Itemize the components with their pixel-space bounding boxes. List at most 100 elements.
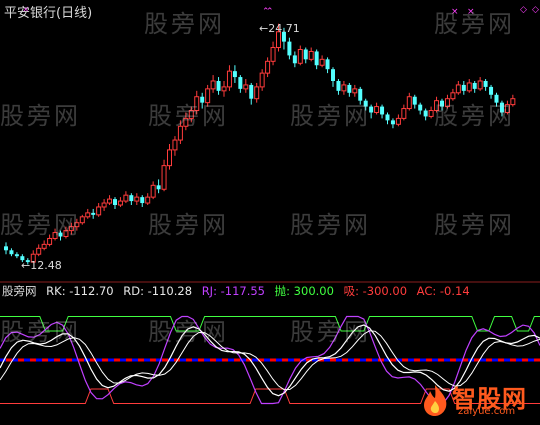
candle-body: [47, 237, 53, 245]
rk-value: RK: -112.70: [46, 284, 114, 298]
signal-marker: ×: [467, 7, 475, 17]
candle-body: [145, 196, 151, 204]
candle-body: [418, 104, 423, 111]
indicator-header: 股旁网 RK: -112.70 RD: -110.28 RJ: -117.55 …: [2, 283, 476, 299]
candle-body: [200, 96, 205, 103]
indicator-name: 股旁网: [2, 284, 37, 298]
candle-body: [369, 106, 374, 113]
candle-body: [188, 110, 194, 119]
rd-value: RD: -110.28: [123, 284, 193, 298]
chart-title: 平安银行(日线): [4, 6, 93, 21]
candle-body: [41, 243, 47, 249]
candle-body: [434, 100, 440, 112]
candle-body: [331, 69, 335, 81]
candle-body: [216, 80, 221, 91]
chart-canvas: × ⌃⌃ × × ◇ ◇: [0, 5, 540, 405]
candle-body: [107, 198, 113, 204]
candle-body: [510, 98, 516, 106]
candle-body: [303, 49, 308, 60]
ac-value: AC: -0.14: [416, 284, 470, 298]
candle-body: [325, 59, 330, 70]
candle-body: [363, 100, 368, 107]
signal-marker: ◇: [532, 5, 539, 15]
candle-body: [96, 206, 102, 216]
candle-body: [423, 110, 428, 117]
candle-body: [238, 77, 243, 89]
candle-body: [177, 125, 183, 141]
site-logo: 智股网 zaiyue.com: [418, 379, 534, 421]
candle-body: [113, 199, 117, 206]
signal-markers: × ⌃⌃ × × ◇ ◇: [22, 5, 539, 17]
candle-body: [428, 110, 434, 117]
high-price-label: ←24.71: [259, 22, 300, 35]
candle-body: [9, 250, 14, 255]
candle-body: [123, 194, 129, 202]
low-price-label: ←12.48: [21, 259, 62, 272]
candle-body: [314, 51, 319, 66]
candle-body: [161, 165, 167, 190]
candle-body: [401, 108, 407, 119]
candle-body: [450, 92, 456, 100]
candle-body: [259, 72, 265, 88]
candle-body: [308, 50, 314, 60]
candle-body: [292, 55, 297, 64]
candle-body: [134, 196, 140, 202]
candle-body: [461, 84, 466, 91]
candle-body: [58, 232, 63, 237]
candle-body: [380, 106, 385, 115]
candle-body: [390, 120, 395, 125]
candle-body: [352, 88, 358, 94]
candle-body: [221, 86, 227, 92]
candle-body: [140, 197, 145, 204]
candle-body: [265, 60, 271, 74]
xi-value: 吸: -300.00: [343, 284, 408, 298]
candle-body: [270, 47, 276, 62]
candle-body: [319, 58, 325, 66]
candle-body: [243, 84, 249, 90]
candle-body: [226, 70, 232, 88]
candle-body: [477, 80, 483, 90]
candle-body: [167, 149, 172, 167]
candle-body: [205, 88, 211, 104]
candle-body: [52, 232, 58, 239]
flame-icon: [424, 385, 447, 416]
candle-body: [444, 98, 450, 108]
candlestick-series: [4, 23, 516, 265]
candle-body: [156, 185, 161, 190]
candle-body: [455, 84, 461, 94]
rj-value: RJ: -117.55: [201, 284, 265, 298]
candle-body: [101, 202, 107, 208]
candle-body: [336, 80, 341, 91]
candle-body: [472, 82, 477, 89]
candle-body: [483, 80, 488, 87]
candle-body: [91, 212, 96, 215]
candle-body: [341, 84, 347, 92]
candle-body: [249, 84, 254, 99]
candle-body: [4, 246, 8, 251]
pao-line: [0, 316, 540, 332]
candle-body: [85, 212, 91, 218]
candle-body: [287, 41, 292, 56]
candle-body: [494, 94, 499, 103]
pao-value: 抛: 300.00: [274, 284, 334, 298]
candle-body: [210, 80, 216, 90]
candle-body: [194, 96, 200, 112]
candle-body: [254, 86, 260, 100]
candle-body: [489, 86, 494, 95]
candle-body: [63, 230, 69, 238]
candle-body: [358, 88, 363, 101]
signal-marker: ⌃: [266, 7, 274, 17]
candle-body: [14, 254, 19, 257]
candle-body: [395, 117, 401, 125]
candle-body: [406, 96, 412, 110]
candle-body: [297, 48, 303, 64]
candle-body: [36, 247, 42, 255]
candle-body: [347, 84, 352, 93]
logo-url: zaiyue.com: [458, 406, 516, 417]
candle-body: [440, 100, 444, 107]
candle-body: [385, 114, 390, 121]
candle-body: [466, 82, 472, 92]
candle-body: [183, 117, 189, 127]
candle-body: [504, 104, 510, 113]
candle-body: [150, 184, 156, 198]
